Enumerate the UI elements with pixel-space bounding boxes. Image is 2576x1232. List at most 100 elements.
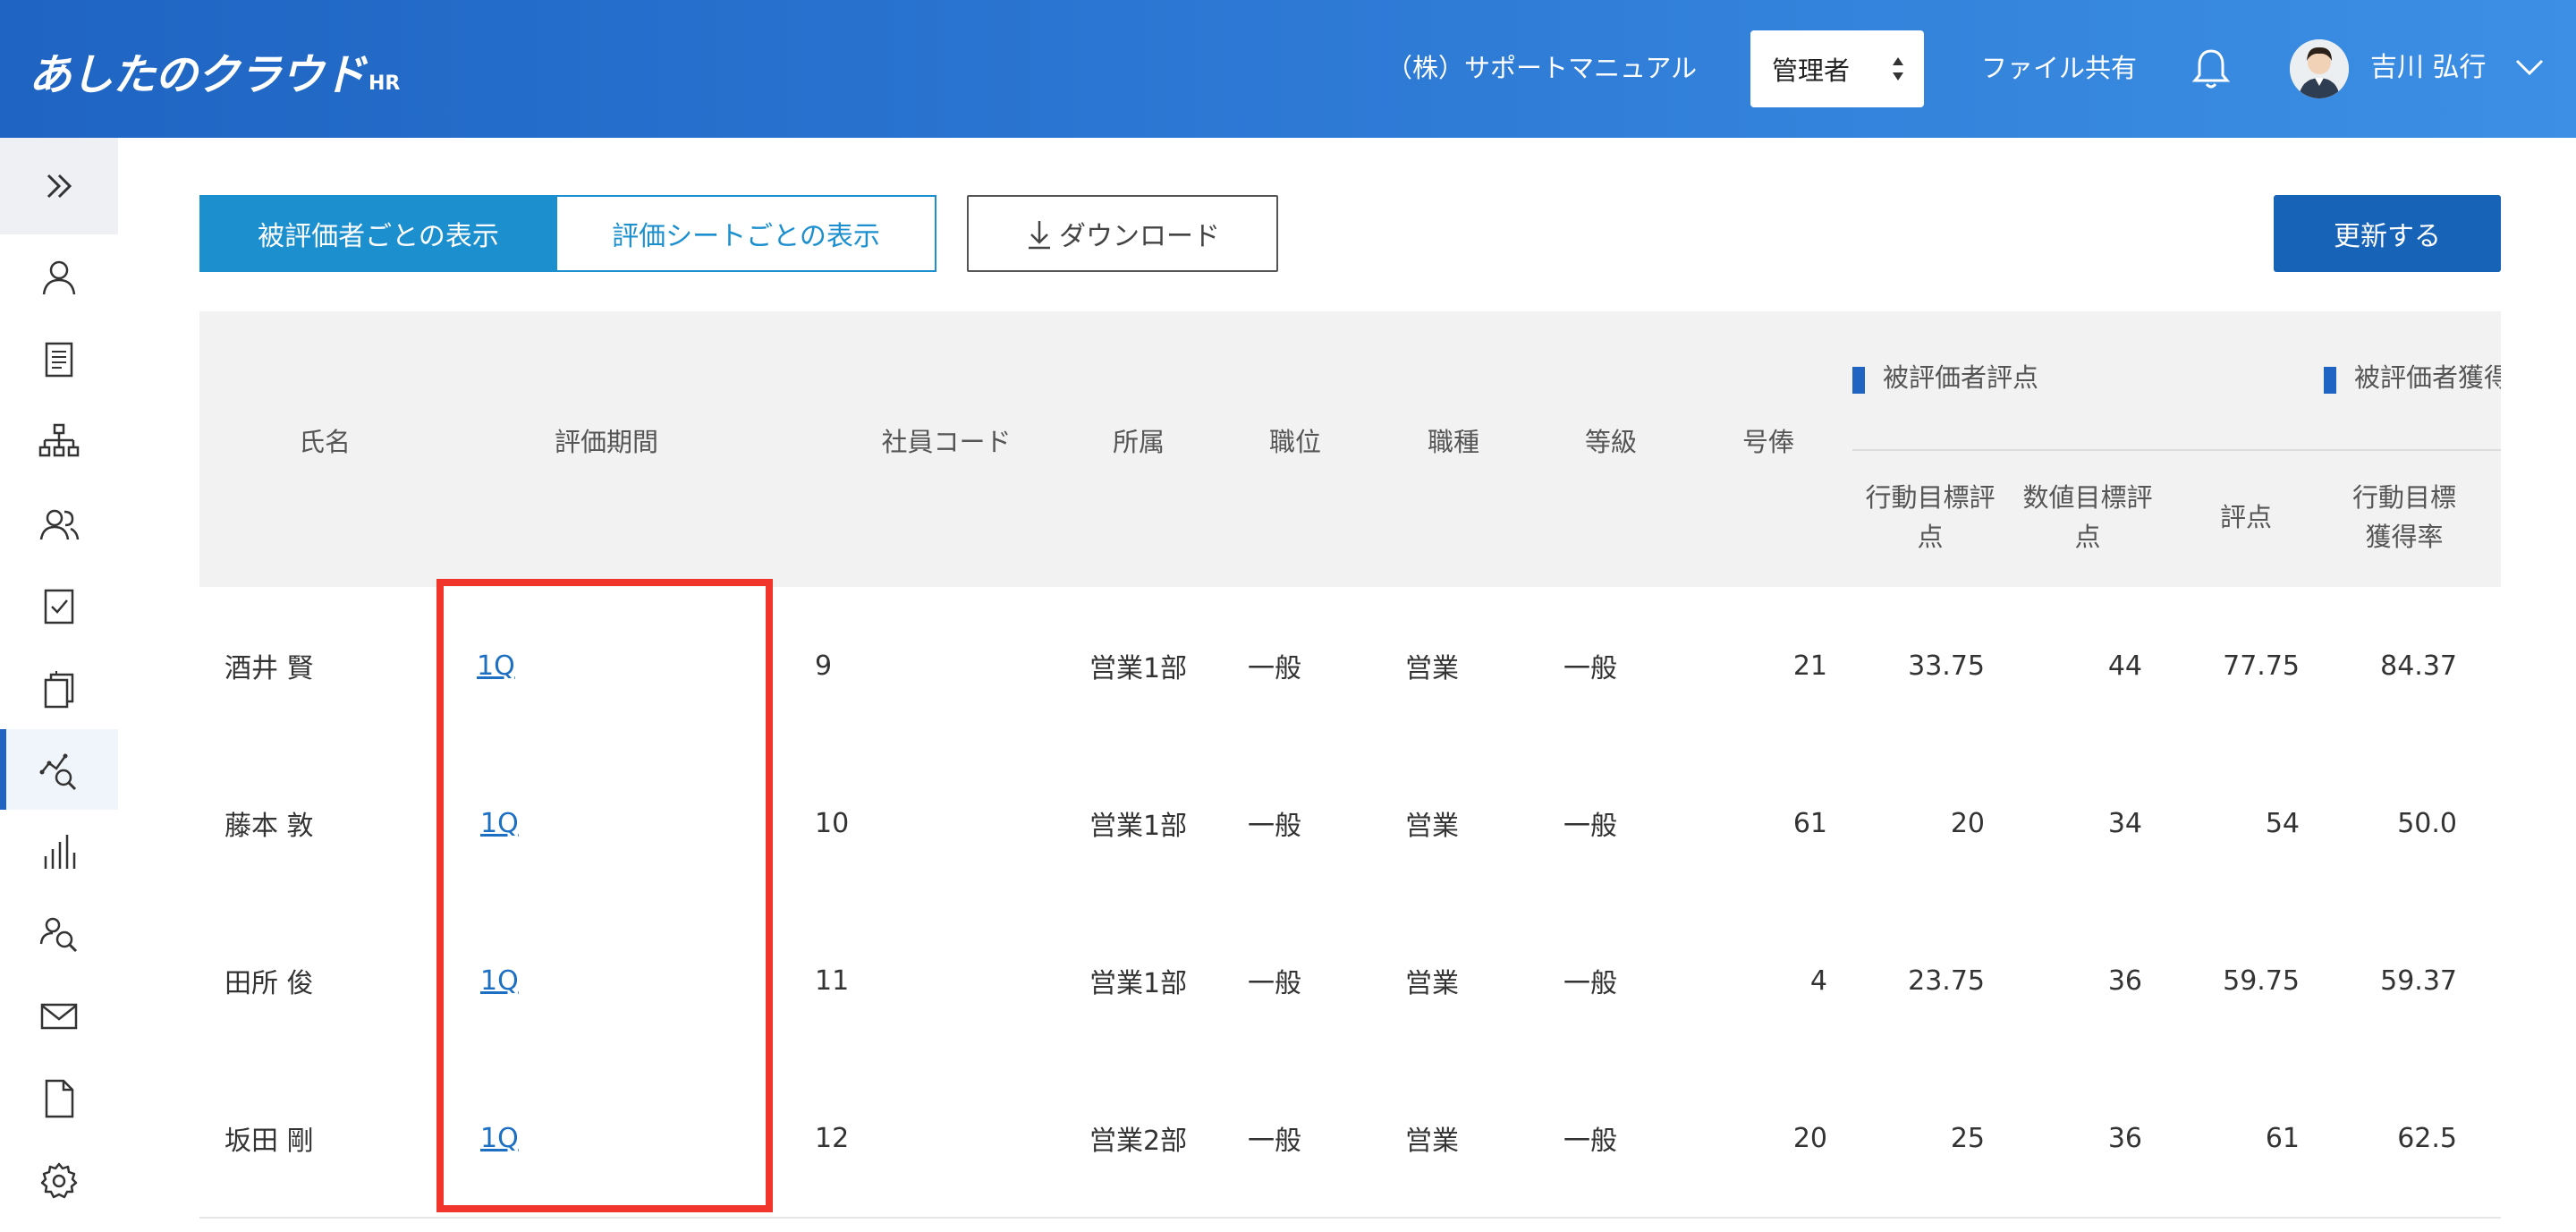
group-label-score: 被評価者評点 [1852,358,2038,397]
period-link[interactable]: 1Q [480,808,519,839]
update-button[interactable]: 更新する [2274,195,2501,272]
cell-score: 59.75 [2223,964,2300,997]
header-position[interactable]: 職位 [1259,422,1331,462]
period-link[interactable]: 1Q [477,650,515,682]
table-row[interactable]: 藤本 敦 1Q 10 営業1部 一般 営業 一般 61 20 34 54 50.… [199,744,2501,904]
cell-department: 営業2部 [1089,1126,1188,1157]
tab-by-evaluatee[interactable]: 被評価者ごとの表示 [199,195,557,272]
cell-employee-code: 9 [815,650,833,682]
cell-behavior-rate: 62.5 [2397,1122,2457,1154]
cell-position: 一般 [1248,968,1301,999]
download-button[interactable]: ダウンロード [967,195,1278,272]
bell-icon[interactable] [2191,47,2231,91]
header-name[interactable]: 氏名 [289,422,360,462]
cell-department: 営業1部 [1089,968,1188,999]
download-icon [1029,221,1050,250]
cell-position: 一般 [1248,1126,1301,1157]
evaluation-table: 氏名 評価期間 社員コード 所属 職位 職種 等級 号俸 被評価者評点 被評価者… [199,311,2501,1232]
cell-job-type: 営業 [1405,811,1459,842]
sidebar-item-organization[interactable] [0,402,118,482]
cell-behavior-rate: 59.37 [2380,964,2457,997]
table-header: 氏名 評価期間 社員コード 所属 職位 職種 等級 号俸 被評価者評点 被評価者… [199,311,2501,587]
logo-sub-text: HR [369,72,401,95]
copy-icon [44,671,74,709]
person-icon [42,260,76,295]
header-grade[interactable]: 等級 [1575,422,1647,462]
cell-name: 坂田 剛 [225,1126,314,1157]
header-behavior-rate-line1: 行動目標 [2351,482,2456,513]
double-chevron-right-icon [47,174,72,199]
select-arrows-icon [1893,57,1903,81]
cell-score: 54 [2265,807,2300,839]
cell-numeric-score: 34 [2107,807,2142,839]
cell-employee-code: 11 [815,964,850,997]
bar-chart-icon [44,835,76,869]
header-employee-code[interactable]: 社員コード [852,422,1040,462]
header-numeric-score[interactable]: 数値目標評 点 [2012,478,2164,557]
chevron-down-icon[interactable] [2513,54,2546,81]
user-name[interactable]: 吉川 弘行 [2370,48,2487,88]
cell-department: 営業1部 [1089,811,1188,842]
cell-grade: 一般 [1563,811,1617,842]
sidebar-item-files[interactable] [0,1058,118,1139]
cell-behavior-score: 23.75 [1908,964,1985,997]
sidebar [0,138,119,1232]
cell-position: 一般 [1248,653,1301,684]
sidebar-item-users[interactable] [0,484,118,565]
cell-salary-step: 61 [1792,807,1827,839]
header-department[interactable]: 所属 [1103,422,1174,462]
sidebar-item-settings[interactable] [0,1141,118,1221]
sidebar-expand-button[interactable] [0,138,118,234]
role-select[interactable]: 管理者 [1750,30,1924,107]
header-salary-step[interactable]: 号俸 [1733,422,1804,462]
cell-score: 77.75 [2223,650,2300,682]
sidebar-item-user-search[interactable] [0,894,118,974]
cell-numeric-score: 36 [2107,1122,2142,1154]
sidebar-item-profile[interactable] [0,237,118,318]
cell-behavior-rate: 84.37 [2380,650,2457,682]
cell-behavior-rate: 50.0 [2397,807,2457,839]
file-share-link[interactable]: ファイル共有 [1981,48,2137,88]
cell-name: 藤本 敦 [225,811,314,842]
sidebar-item-mail[interactable] [0,976,118,1057]
cell-score: 61 [2265,1122,2300,1154]
mail-icon [40,1003,78,1030]
sidebar-item-copies[interactable] [0,649,118,729]
cell-behavior-score: 20 [1950,807,1985,839]
cell-grade: 一般 [1563,1126,1617,1157]
header-job-type[interactable]: 職種 [1418,422,1489,462]
org-chart-icon [38,423,80,457]
sidebar-item-documents[interactable] [0,319,118,400]
table-row[interactable]: 坂田 剛 1Q 12 営業2部 一般 営業 一般 20 25 36 61 62.… [199,1059,2501,1219]
sidebar-item-reports[interactable] [0,811,118,892]
header-behavior-score[interactable]: 行動目標評 点 [1854,478,2006,557]
cell-name: 酒井 賢 [225,653,314,684]
download-label: ダウンロード [1059,221,1220,252]
sidebar-item-analysis[interactable] [0,729,118,810]
logo-main-text: あしたのクラウド [29,50,366,100]
period-link[interactable]: 1Q [480,965,519,997]
main-content: 被評価者ごとの表示 評価シートごとの表示 ダウンロード 更新する 氏名 評価期間… [118,138,2576,1232]
table-row[interactable]: 田所 俊 1Q 11 営業1部 一般 営業 一般 4 23.75 36 59.7… [199,902,2501,1061]
cell-salary-step: 20 [1792,1122,1827,1154]
cell-grade: 一般 [1563,653,1617,684]
analysis-search-icon [39,753,77,791]
cell-grade: 一般 [1563,968,1617,999]
checklist-icon [44,589,74,624]
document-icon [45,342,73,378]
header-period[interactable]: 評価期間 [539,422,674,462]
period-link[interactable]: 1Q [480,1123,519,1154]
cell-job-type: 営業 [1405,653,1459,684]
tab-by-sheet[interactable]: 評価シートごとの表示 [557,195,936,272]
cell-position: 一般 [1248,811,1301,842]
company-name: （株）サポートマニュアル [1386,53,1698,83]
header-behavior-rate[interactable]: 行動目標 獲得率 [2337,478,2471,557]
avatar[interactable] [2290,39,2349,98]
app-logo[interactable]: あしたのクラウド HR [29,39,400,102]
user-search-icon [39,917,78,953]
header-score[interactable]: 評点 [2210,497,2282,537]
sidebar-item-tasks[interactable] [0,566,118,647]
header-numeric-score-line1: 数値目標評 [2022,482,2153,513]
table-row[interactable]: 酒井 賢 1Q 9 営業1部 一般 営業 一般 21 33.75 44 77.7… [199,587,2501,746]
cell-salary-step: 4 [1809,964,1827,997]
